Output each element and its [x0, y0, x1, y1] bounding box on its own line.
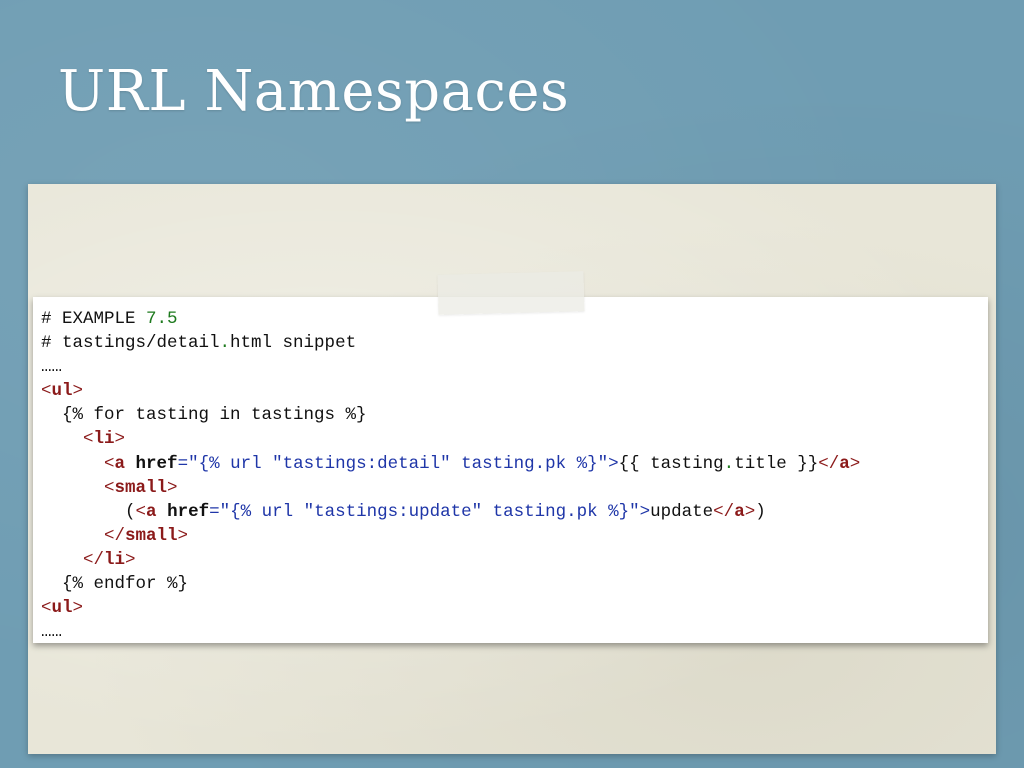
- code-line: <ul>: [41, 596, 860, 620]
- code-token: {% endfor %}: [41, 574, 189, 595]
- code-token: <: [41, 477, 115, 498]
- code-token: >: [849, 453, 861, 474]
- code-token: # EXAMPLE: [41, 309, 147, 329]
- code-token: >: [125, 549, 136, 570]
- code-token: li: [93, 429, 115, 450]
- code-line: # tastings/detail.html snippet: [41, 331, 860, 355]
- code-token: >: [167, 477, 178, 498]
- code-line: ……: [41, 355, 860, 379]
- code-line: <ul>: [41, 379, 860, 403]
- code-token: >: [114, 429, 126, 450]
- code-token: <: [41, 598, 52, 619]
- code-token: ul: [51, 598, 73, 619]
- code-token: a: [734, 501, 745, 522]
- code-line: <li>: [41, 427, 860, 451]
- code-token: >: [744, 501, 756, 522]
- code-line: ……: [41, 620, 860, 644]
- code-token: (: [41, 501, 136, 522]
- code-token: <: [41, 381, 52, 402]
- code-token: <: [41, 429, 94, 450]
- code-token: small: [114, 477, 168, 498]
- code-token: {% for tasting in tastings %}: [41, 405, 367, 426]
- code-token: </: [713, 501, 735, 522]
- code-token: {{ tasting: [618, 453, 724, 474]
- code-token: <: [41, 453, 115, 474]
- code-token: ……: [41, 357, 63, 378]
- code-token: ul: [51, 381, 73, 402]
- code-line: </small>: [41, 524, 860, 548]
- code-token: href: [167, 501, 210, 522]
- code-line: {% for tasting in tastings %}: [41, 403, 860, 427]
- code-token: </: [41, 549, 105, 570]
- slide-title: URL Namespaces: [58, 59, 570, 124]
- code-token: </: [818, 453, 840, 474]
- code-line: <a href="{% url "tastings:detail" tastin…: [41, 452, 860, 476]
- code-line: </li>: [41, 548, 860, 572]
- code-token: ): [755, 501, 766, 522]
- code-token: ="{% url "tastings:detail" tasting.pk %}…: [177, 453, 619, 474]
- code-token: title }}: [734, 453, 819, 474]
- code-token: ="{% url "tastings:update" tasting.pk %}…: [209, 501, 651, 522]
- tape-strip: [437, 271, 585, 315]
- code-line: <small>: [41, 476, 860, 500]
- code-token: <: [135, 501, 147, 522]
- code-token: a: [146, 501, 157, 522]
- code-token: href: [135, 453, 178, 474]
- code-line: (<a href="{% url "tastings:update" tasti…: [41, 500, 860, 524]
- code-token: ……: [41, 622, 63, 643]
- code-token: # tastings/detail: [41, 333, 220, 354]
- code-token: html snippet: [230, 333, 357, 354]
- code-snippet-card: # EXAMPLE 7.5 # tastings/detail.html snip…: [33, 297, 988, 643]
- code-token: update: [650, 501, 714, 522]
- code-token: >: [72, 381, 84, 402]
- code-token: a: [839, 453, 850, 474]
- code-token: </: [41, 525, 126, 546]
- code-token: li: [104, 549, 126, 570]
- code-block: # EXAMPLE 7.5 # tastings/detail.html snip…: [41, 307, 860, 644]
- code-token: small: [125, 525, 178, 546]
- code-token: >: [177, 525, 189, 546]
- code-token: >: [72, 598, 84, 619]
- code-token: a: [114, 453, 126, 474]
- code-token: .: [219, 333, 231, 354]
- code-token: .: [723, 453, 735, 474]
- code-line: {% endfor %}: [41, 572, 860, 596]
- code-token: 7.5: [146, 309, 178, 329]
